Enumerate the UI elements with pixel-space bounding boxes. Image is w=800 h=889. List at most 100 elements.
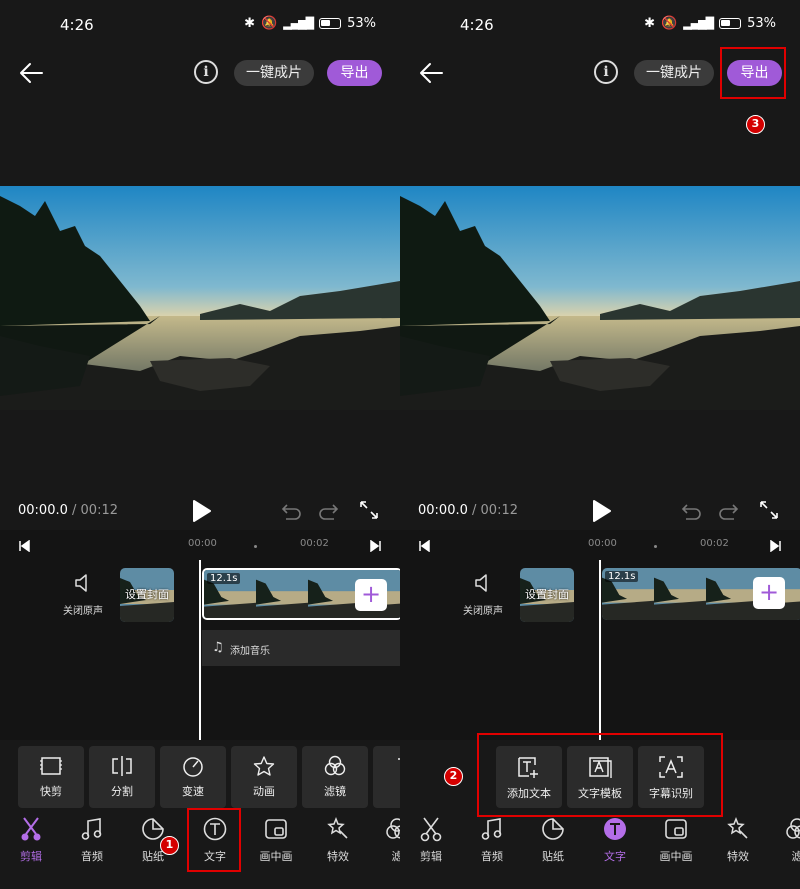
redo-icon[interactable] bbox=[318, 502, 340, 520]
ruler-dot bbox=[254, 545, 257, 548]
total-time: 00:12 bbox=[480, 503, 518, 518]
step-badge-1: 1 bbox=[160, 836, 179, 855]
music-icon bbox=[481, 818, 502, 840]
tab-audio[interactable]: 音频 bbox=[67, 816, 117, 864]
ruler-mark: 00:00 bbox=[588, 538, 617, 549]
time-separator: / bbox=[67, 503, 81, 518]
pip-icon bbox=[265, 819, 287, 839]
mute-original-button[interactable]: 关闭原声 bbox=[58, 572, 108, 617]
battery-icon bbox=[319, 18, 342, 29]
skip-start-icon[interactable] bbox=[18, 540, 30, 552]
status-icons: ✱ 🔕 ▂▄▆█ 53% bbox=[644, 16, 776, 31]
effects-icon bbox=[727, 816, 748, 839]
tab-label: 滤 bbox=[791, 850, 800, 863]
tab-filter[interactable]: 滤 bbox=[772, 816, 800, 864]
signal-icon: ▂▄▆█ bbox=[283, 17, 314, 30]
tab-edit[interactable]: 剪辑 bbox=[406, 816, 456, 864]
info-icon[interactable]: i bbox=[194, 60, 218, 84]
tab-edit[interactable]: 剪辑 bbox=[6, 816, 56, 864]
playback-row: 00:00.0 / 00:12 bbox=[400, 495, 800, 527]
pip-icon bbox=[665, 819, 687, 839]
tab-sticker[interactable]: 贴纸 bbox=[528, 816, 578, 864]
export-button[interactable]: 导出 bbox=[327, 60, 382, 86]
tab-label: 音频 bbox=[481, 850, 503, 863]
fullscreen-icon[interactable] bbox=[359, 500, 379, 520]
tab-effects[interactable]: 特效 bbox=[313, 816, 363, 864]
tab-label: 画中画 bbox=[259, 850, 293, 863]
tool-speed[interactable]: 变速 bbox=[160, 746, 226, 808]
timeline[interactable]: 00:00 00:02 关闭原声 设置封面 12.1s + ♫ 添加音乐 bbox=[0, 530, 400, 740]
edit-toolbar: 快剪 分割 变速 动画 滤镜 美 bbox=[0, 746, 400, 808]
one-click-button[interactable]: 一键成片 bbox=[234, 60, 314, 86]
video-preview bbox=[0, 186, 400, 410]
tab-pip[interactable]: 画中画 bbox=[251, 816, 301, 864]
tool-filter[interactable]: 滤镜 bbox=[302, 746, 368, 808]
back-arrow-icon[interactable] bbox=[16, 58, 46, 88]
fullscreen-icon[interactable] bbox=[759, 500, 779, 520]
info-icon[interactable]: i bbox=[594, 60, 618, 84]
tool-label: 动画 bbox=[253, 785, 275, 798]
tab-text[interactable]: 文字 bbox=[590, 816, 640, 864]
battery-icon bbox=[719, 18, 742, 29]
status-bar: 4:26 ✱ 🔕 ▂▄▆█ 53% bbox=[400, 0, 800, 50]
set-cover-button[interactable]: 设置封面 bbox=[520, 568, 574, 622]
tool-split[interactable]: 分割 bbox=[89, 746, 155, 808]
tab-label: 画中画 bbox=[659, 850, 693, 863]
skip-start-icon[interactable] bbox=[418, 540, 430, 552]
play-icon[interactable] bbox=[190, 499, 212, 523]
scissors-icon bbox=[21, 817, 41, 841]
tool-quick-cut[interactable]: 快剪 bbox=[18, 746, 84, 808]
tab-label: 特效 bbox=[727, 850, 749, 863]
mute-original-button[interactable]: 关闭原声 bbox=[458, 572, 508, 617]
split-icon bbox=[112, 756, 132, 776]
redo-icon[interactable] bbox=[718, 502, 740, 520]
tab-label: 文字 bbox=[604, 850, 626, 863]
mute-bell-icon: 🔕 bbox=[661, 16, 678, 31]
status-time: 4:26 bbox=[60, 16, 94, 34]
tool-animation[interactable]: 动画 bbox=[231, 746, 297, 808]
current-time: 00:00.0 bbox=[18, 503, 68, 518]
undo-icon[interactable] bbox=[280, 502, 302, 520]
skip-end-icon[interactable] bbox=[370, 540, 382, 552]
one-click-button[interactable]: 一键成片 bbox=[634, 60, 714, 86]
clip-duration: 12.1s bbox=[207, 573, 241, 584]
tab-audio[interactable]: 音频 bbox=[467, 816, 517, 864]
tab-filter[interactable]: 滤 bbox=[372, 816, 400, 864]
tab-label: 贴纸 bbox=[542, 850, 564, 863]
tab-pip[interactable]: 画中画 bbox=[651, 816, 701, 864]
skip-end-icon[interactable] bbox=[770, 540, 782, 552]
back-arrow-icon[interactable] bbox=[416, 58, 446, 88]
add-clip-button[interactable]: + bbox=[753, 577, 785, 609]
playhead[interactable] bbox=[599, 560, 601, 740]
add-clip-button[interactable]: + bbox=[355, 579, 387, 611]
play-icon[interactable] bbox=[590, 499, 612, 523]
playhead[interactable] bbox=[199, 560, 201, 740]
tool-beauty[interactable]: 美 bbox=[373, 746, 400, 808]
add-music-label: 添加音乐 bbox=[230, 646, 270, 657]
current-time: 00:00.0 bbox=[418, 503, 468, 518]
set-cover-button[interactable]: 设置封面 bbox=[120, 568, 174, 622]
status-icons: ✱ 🔕 ▂▄▆█ 53% bbox=[244, 16, 376, 31]
time-readout: 00:00.0 / 00:12 bbox=[18, 503, 118, 518]
left-screen: 4:26 ✱ 🔕 ▂▄▆█ 53% i 一键成片 导出 00:00.0 / 00… bbox=[0, 0, 400, 889]
time-readout: 00:00.0 / 00:12 bbox=[418, 503, 518, 518]
music-note-icon: ♫ bbox=[212, 640, 224, 655]
video-clip[interactable]: 12.1s + bbox=[602, 568, 800, 620]
timeline[interactable]: 00:00 00:02 关闭原声 设置封面 12.1s + bbox=[400, 530, 800, 740]
undo-icon[interactable] bbox=[680, 502, 702, 520]
tab-effects[interactable]: 特效 bbox=[713, 816, 763, 864]
mute-label: 关闭原声 bbox=[463, 606, 503, 617]
ruler-mark: 00:02 bbox=[700, 538, 729, 549]
add-music-track[interactable]: ♫ 添加音乐 bbox=[202, 630, 400, 666]
cover-label: 设置封面 bbox=[125, 588, 169, 601]
highlight-export bbox=[720, 47, 786, 99]
filter-icon bbox=[386, 818, 400, 839]
ruler-mark: 00:00 bbox=[188, 538, 217, 549]
mute-label: 关闭原声 bbox=[63, 606, 103, 617]
mute-bell-icon: 🔕 bbox=[261, 16, 278, 31]
video-clip[interactable]: 12.1s + bbox=[202, 568, 400, 620]
bluetooth-icon: ✱ bbox=[644, 16, 656, 31]
clip-duration: 12.1s bbox=[605, 571, 639, 582]
highlight-text-tab bbox=[187, 808, 241, 872]
right-screen: 4:26 ✱ 🔕 ▂▄▆█ 53% i 一键成片 导出 3 00:00.0 / … bbox=[400, 0, 800, 889]
